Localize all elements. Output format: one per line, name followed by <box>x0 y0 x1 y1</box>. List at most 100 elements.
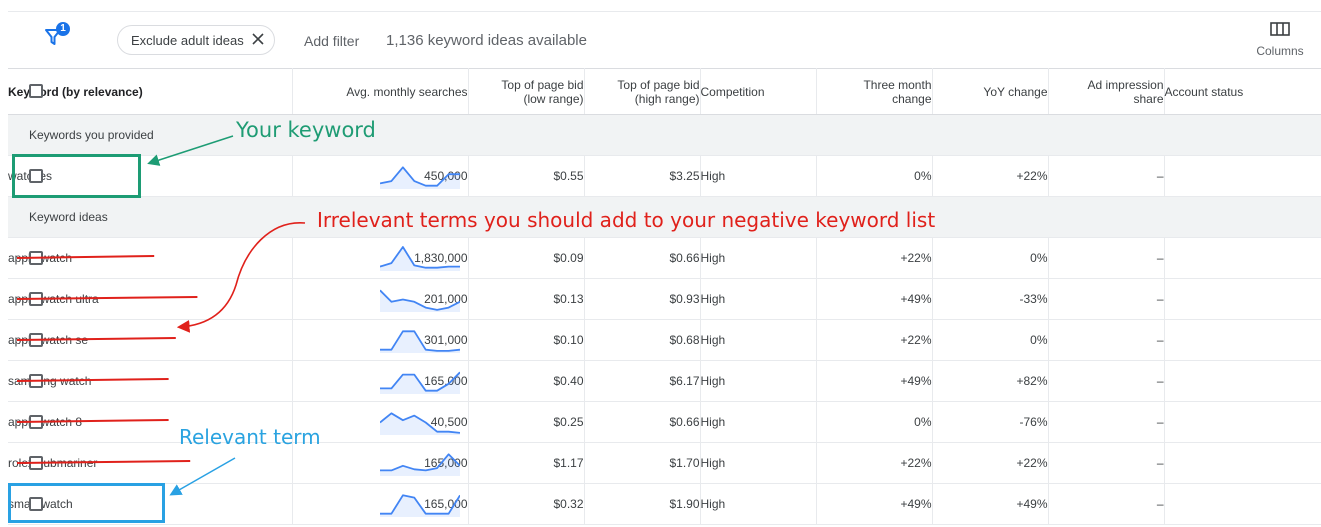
account-status-cell <box>1164 401 1321 443</box>
low-bid-cell: $0.40 <box>468 360 585 402</box>
filter-count-badge: 1 <box>56 22 70 36</box>
row-checkbox[interactable] <box>29 292 43 306</box>
keyword-cell: apple watch ultra <box>8 278 293 320</box>
row-checkbox[interactable] <box>29 333 43 347</box>
high-bid-cell: $6.17 <box>584 360 701 402</box>
keyword-cell: samsung watch <box>8 360 293 402</box>
ad-impression-share-cell: – <box>1048 442 1165 484</box>
high-bid-cell: $3.25 <box>584 155 701 197</box>
low-bid-cell: $0.10 <box>468 319 585 361</box>
columns-icon <box>1270 22 1290 36</box>
low-bid-cell: $0.13 <box>468 278 585 320</box>
keyword-ideas-count: 1,136 keyword ideas available <box>386 32 587 49</box>
account-status-cell <box>1164 237 1321 279</box>
keyword-row[interactable]: smart watch 165,000 $0.32 $1.90 High +49% +49%… <box>8 483 1321 525</box>
yoy-change-cell: +22% <box>932 155 1049 197</box>
relevant-term-note: Relevant term <box>179 425 321 449</box>
trend-sparkline <box>379 494 460 517</box>
competition-cell: High <box>700 237 817 279</box>
row-checkbox[interactable] <box>29 251 43 265</box>
trend-sparkline <box>379 371 460 394</box>
avg-monthly-searches-cell: 301,000 <box>292 319 469 361</box>
keyword-text: apple watch 8 <box>8 415 83 429</box>
account-status-cell <box>1164 155 1321 197</box>
add-filter-button[interactable]: Add filter <box>304 33 359 49</box>
yoy-change-cell: +49% <box>932 483 1049 525</box>
high-bid-cell: $0.68 <box>584 319 701 361</box>
low-bid-cell: $0.32 <box>468 483 585 525</box>
columns-label: Columns <box>1256 44 1304 58</box>
your-keyword-highlight <box>12 154 141 198</box>
trend-sparkline <box>379 289 460 312</box>
high-bid-cell: $0.66 <box>584 401 701 443</box>
section-keywords-provided-label: Keywords you provided <box>8 114 1321 156</box>
trend-sparkline <box>379 246 460 271</box>
ad-impression-share-cell: – <box>1048 237 1165 279</box>
yoy-change-cell: +22% <box>932 442 1049 484</box>
low-bid-cell: $0.25 <box>468 401 585 443</box>
row-checkbox[interactable] <box>29 456 43 470</box>
row-checkbox[interactable] <box>29 374 43 388</box>
avg-monthly-searches-cell: 1,830,000 <box>292 237 469 279</box>
three-month-change-cell: +22% <box>816 442 933 484</box>
three-month-change-cell: +49% <box>816 278 933 320</box>
ad-impression-share-cell: – <box>1048 155 1165 197</box>
header-high-bid[interactable]: Top of page bid (high range) <box>584 68 701 115</box>
avg-monthly-searches-cell: 201,000 <box>292 278 469 320</box>
exclude-adult-ideas-chip[interactable]: Exclude adult ideas <box>117 25 275 55</box>
ad-impression-share-cell: – <box>1048 401 1165 443</box>
yoy-change-cell: 0% <box>932 237 1049 279</box>
ad-impression-share-cell: – <box>1048 319 1165 361</box>
keyword-text: apple watch ultra <box>8 292 99 306</box>
high-bid-cell: $1.90 <box>584 483 701 525</box>
three-month-change-cell: +22% <box>816 319 933 361</box>
ad-impression-share-cell: – <box>1048 483 1165 525</box>
yoy-change-cell: -33% <box>932 278 1049 320</box>
header-yoy-change[interactable]: YoY change <box>932 68 1049 115</box>
avg-monthly-searches-cell: 165,000 <box>292 360 469 402</box>
relevant-term-highlight <box>8 483 165 523</box>
trend-sparkline <box>379 166 460 189</box>
your-keyword-note: Your keyword <box>236 118 376 142</box>
keyword-cell: apple watch se <box>8 319 293 361</box>
header-competition[interactable]: Competition <box>700 68 817 115</box>
three-month-change-cell: 0% <box>816 401 933 443</box>
irrelevant-terms-note: Irrelevant terms you should add to your … <box>317 208 936 232</box>
competition-cell: High <box>700 360 817 402</box>
keyword-row[interactable]: watches450,000$0.55$3.25High0%+22%– <box>8 155 1321 197</box>
close-icon[interactable] <box>251 32 265 46</box>
keyword-row[interactable]: samsung watch 165,000 $0.40 $6.17 High +49% +8… <box>8 360 1321 402</box>
yoy-change-cell: +82% <box>932 360 1049 402</box>
keyword-row[interactable]: apple watch 1,830,000 $0.09 $0.66 High +22% 0%… <box>8 237 1321 279</box>
yoy-change-cell: -76% <box>932 401 1049 443</box>
columns-button[interactable]: Columns <box>1250 22 1310 62</box>
header-ad-impression-share[interactable]: Ad impression share <box>1048 68 1165 115</box>
avg-monthly-searches-cell: 450,000 <box>292 155 469 197</box>
header-three-month-change[interactable]: Three month change <box>816 68 933 115</box>
chip-label: Exclude adult ideas <box>131 32 244 48</box>
keyword-row[interactable]: apple watch ultra 201,000 $0.13 $0.93 High +4… <box>8 278 1321 320</box>
account-status-cell <box>1164 483 1321 525</box>
keyword-row[interactable]: apple watch se 301,000 $0.10 $0.68 High +22% 0… <box>8 319 1321 361</box>
header-low-bid[interactable]: Top of page bid (low range) <box>468 68 585 115</box>
row-checkbox[interactable] <box>29 415 43 429</box>
trend-sparkline <box>379 412 460 435</box>
competition-cell: High <box>700 483 817 525</box>
keyword-table: Keyword (by relevance) Avg. monthly sear… <box>8 68 1321 525</box>
three-month-change-cell: 0% <box>816 155 933 197</box>
competition-cell: High <box>700 401 817 443</box>
header-avg-monthly-searches[interactable]: Avg. monthly searches <box>292 68 469 115</box>
select-all-checkbox[interactable] <box>29 84 43 98</box>
trend-sparkline <box>379 330 460 353</box>
header-account-status[interactable]: Account status <box>1164 68 1321 115</box>
three-month-change-cell: +49% <box>816 360 933 402</box>
keyword-cell: apple watch <box>8 237 293 279</box>
header-keyword[interactable]: Keyword (by relevance) <box>8 68 293 115</box>
competition-cell: High <box>700 155 817 197</box>
high-bid-cell: $0.66 <box>584 237 701 279</box>
account-status-cell <box>1164 360 1321 402</box>
account-status-cell <box>1164 319 1321 361</box>
high-bid-cell: $1.70 <box>584 442 701 484</box>
competition-cell: High <box>700 278 817 320</box>
keyword-text: apple watch se <box>8 333 89 347</box>
